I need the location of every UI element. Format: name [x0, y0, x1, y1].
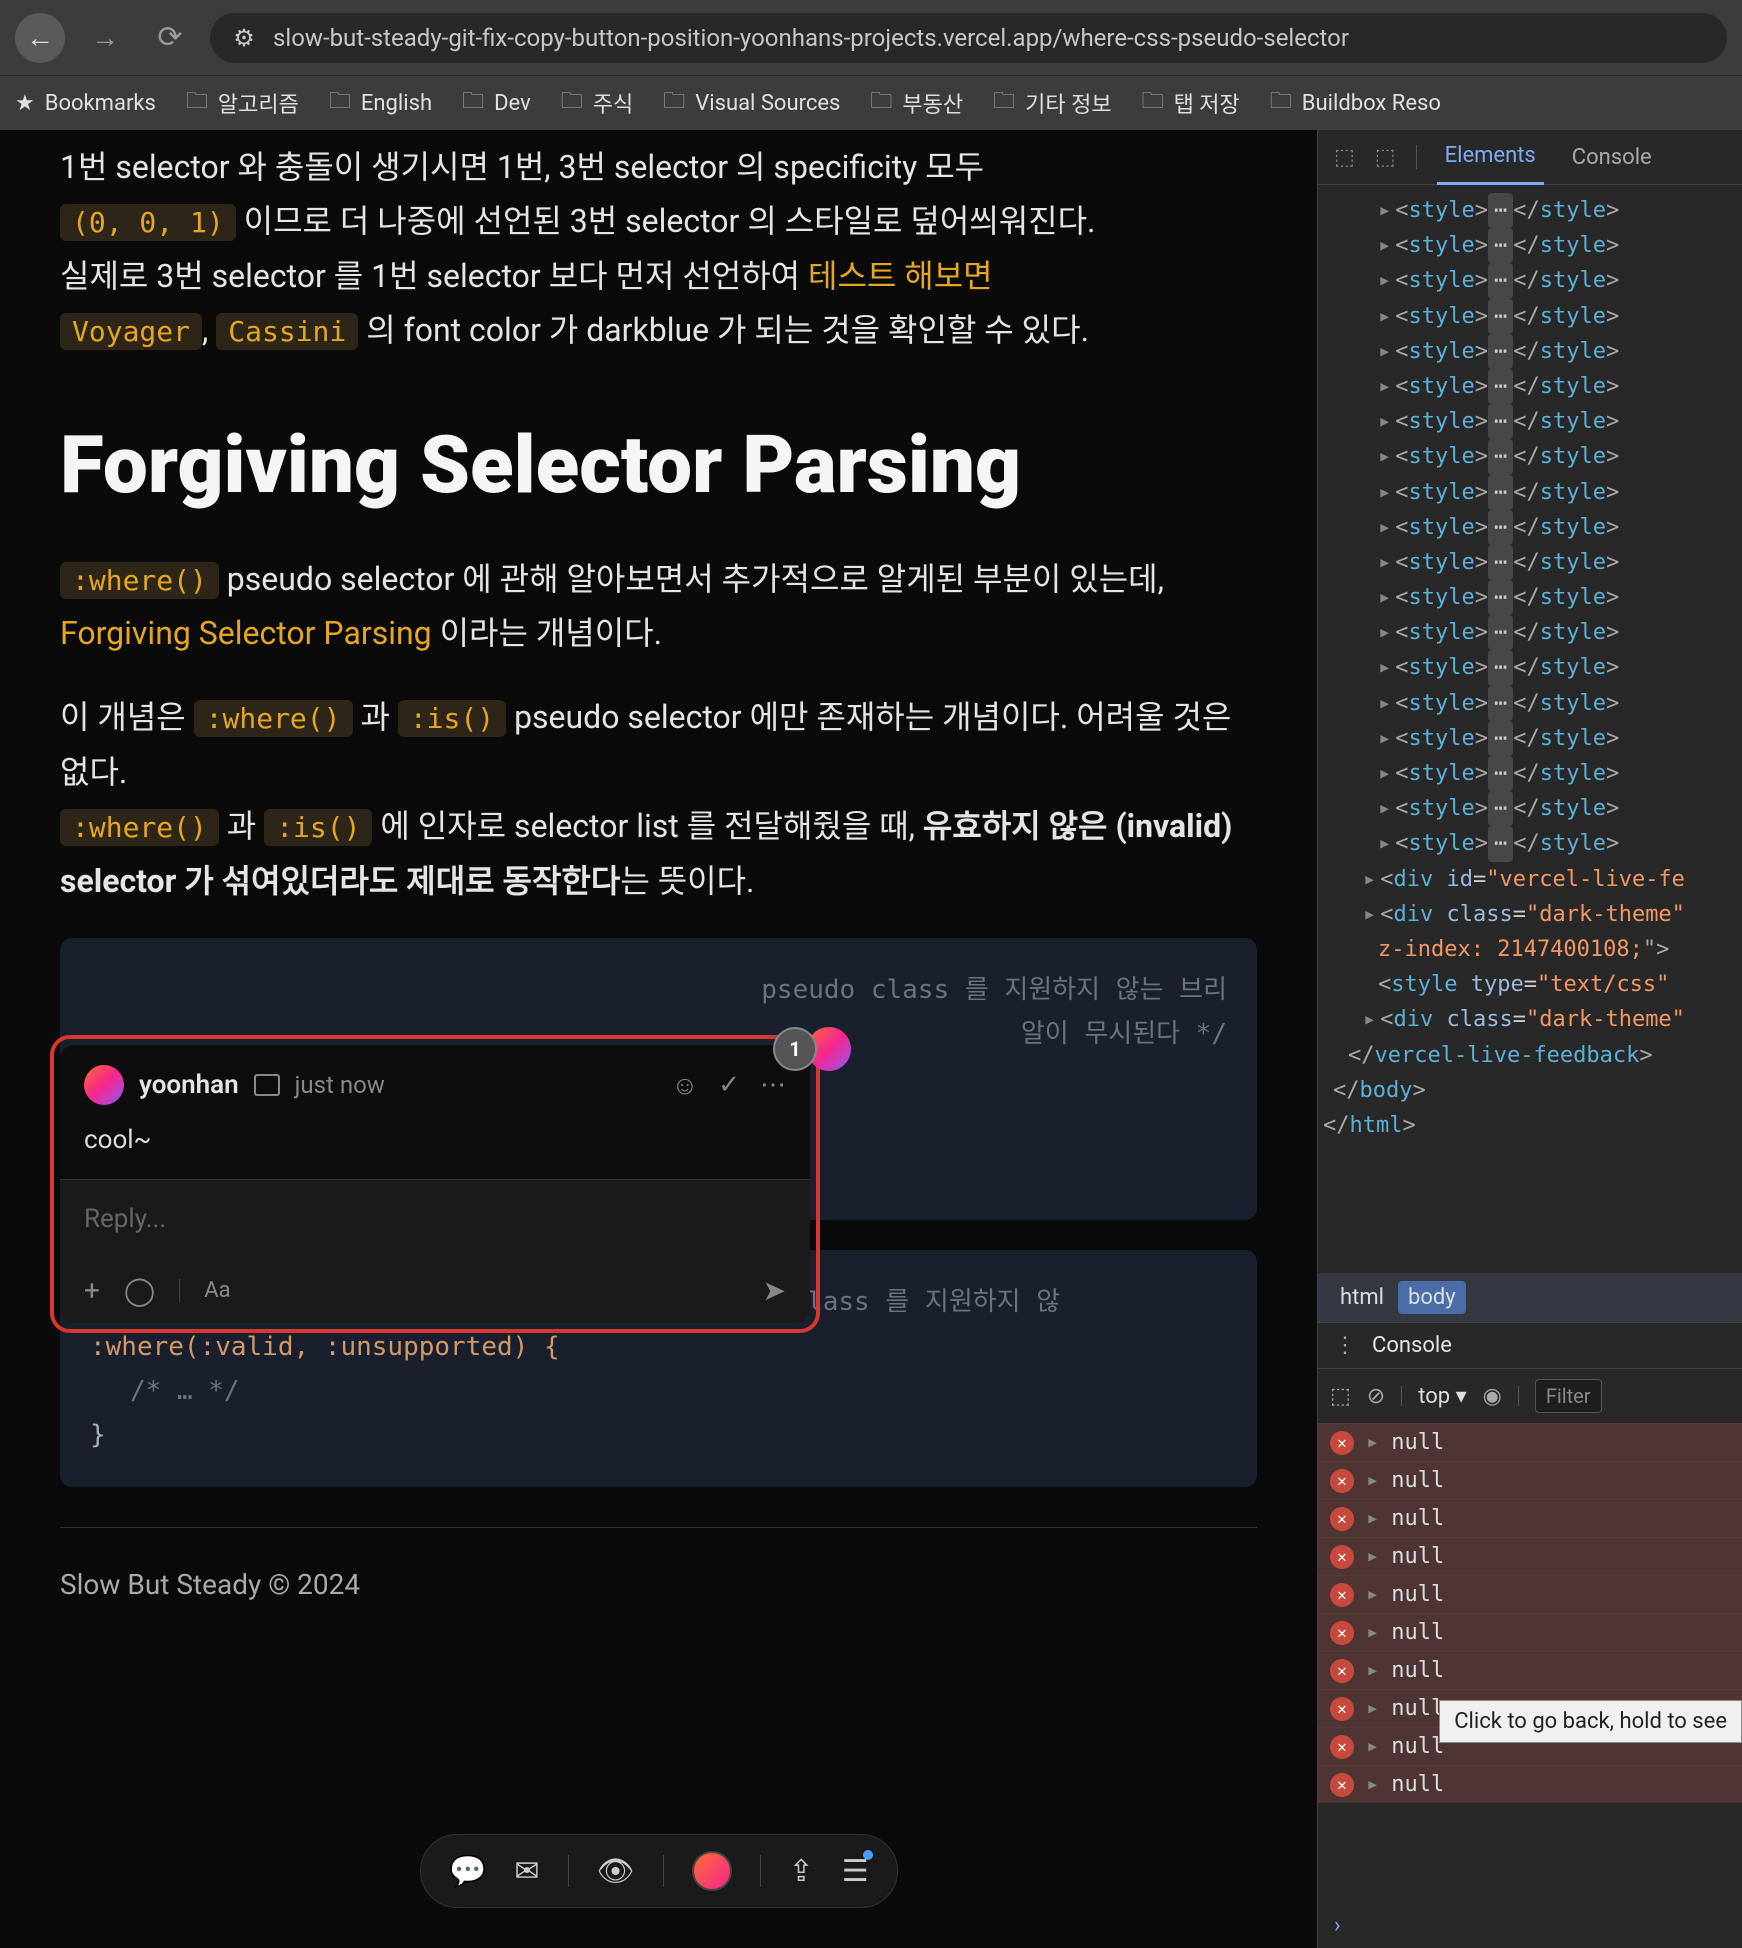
console-error-line[interactable]: ✕▸null [1318, 1575, 1742, 1613]
error-icon: ✕ [1330, 1659, 1354, 1683]
bookmarks-bar: ★ Bookmarks 🗀알고리즘 🗀English 🗀Dev 🗀주식 🗀Visual … [0, 75, 1742, 130]
comment-username: yoonhan [139, 1070, 239, 1100]
folder-icon: 🗀 [993, 84, 1015, 122]
bookmark-folder[interactable]: 🗀탭 저장 [1142, 84, 1240, 122]
context-selector[interactable]: top ▾ [1418, 1384, 1466, 1409]
monitor-icon [254, 1074, 280, 1096]
inbox-icon[interactable]: ✉ [514, 1854, 539, 1889]
comment-count-badge: 1 [773, 1027, 817, 1071]
error-icon: ✕ [1330, 1583, 1354, 1607]
elements-tree[interactable]: <style>⋯</style><style>⋯</style><style>⋯… [1318, 185, 1742, 1273]
resolve-icon[interactable]: ✓ [718, 1070, 740, 1101]
error-icon: ✕ [1330, 1621, 1354, 1645]
folder-icon: 🗀 [561, 84, 583, 122]
back-button[interactable]: ← [15, 13, 65, 63]
bookmark-folder[interactable]: 🗀알고리즘 [186, 84, 299, 122]
comment-body: cool~ [60, 1125, 810, 1179]
bookmark-folder[interactable]: 🗀Dev [462, 84, 531, 122]
bookmark-folder[interactable]: 🗀English [329, 84, 432, 122]
console-error-line[interactable]: ✕▸null [1318, 1461, 1742, 1499]
device-icon[interactable]: ⬚ [1375, 145, 1396, 170]
bookmarks-star[interactable]: ★ Bookmarks [15, 91, 156, 116]
link[interactable]: Cassini [216, 313, 358, 350]
heading-forgiving: Forgiving Selector Parsing [60, 418, 1257, 512]
error-icon: ✕ [1330, 1697, 1354, 1721]
avatar[interactable] [692, 1851, 732, 1891]
tab-console[interactable]: Console [1564, 131, 1660, 184]
article-paragraph: 1번 selector 와 충돌이 생기시면 1번, 3번 selector 의… [60, 140, 1257, 358]
breadcrumb-body[interactable]: body [1398, 1281, 1466, 1314]
error-icon: ✕ [1330, 1469, 1354, 1493]
emoji-icon[interactable]: ☺ [672, 1070, 699, 1101]
breadcrumb-html[interactable]: html [1330, 1281, 1394, 1314]
share-icon[interactable]: ⇪ [789, 1854, 814, 1889]
link[interactable]: 테스트 해보면 [808, 257, 993, 295]
error-icon: ✕ [1330, 1431, 1354, 1455]
console-tab-label[interactable]: Console [1372, 1333, 1452, 1358]
link[interactable]: Forgiving Selector Parsing [60, 614, 432, 652]
avatar [84, 1065, 124, 1105]
article-paragraph: :where() pseudo selector 에 관해 알아보면서 추가적으… [60, 552, 1257, 661]
folder-icon: 🗀 [462, 84, 484, 122]
reload-button[interactable]: ⟳ [145, 13, 195, 63]
bookmark-folder[interactable]: 🗀Visual Sources [663, 84, 840, 122]
more-icon[interactable]: ⋯ [760, 1070, 786, 1101]
error-icon: ✕ [1330, 1735, 1354, 1759]
console-error-line[interactable]: ✕▸null [1318, 1765, 1742, 1803]
tab-elements[interactable]: Elements [1437, 129, 1544, 185]
folder-icon: 🗀 [870, 84, 892, 122]
feedback-toolbar: 💬 ✉ 👁 ⇪ ☰ [420, 1834, 898, 1908]
eye-icon[interactable]: 👁 [597, 1854, 635, 1889]
forward-button[interactable]: → [80, 13, 130, 63]
reply-input[interactable]: Reply... [60, 1179, 810, 1258]
comment-timestamp: just now [295, 1071, 385, 1099]
text-format-icon[interactable]: Aa [204, 1278, 230, 1303]
eye-icon[interactable]: ◉ [1483, 1384, 1502, 1409]
star-icon: ★ [15, 91, 35, 116]
url-bar[interactable]: ⚙ slow-but-steady-git-fix-copy-button-po… [210, 13, 1727, 63]
console-error-line[interactable]: ✕▸null [1318, 1499, 1742, 1537]
comment-popup: yoonhan just now ☺ ✓ ⋯ cool~ Reply... + … [50, 1035, 820, 1333]
code-inline: (0, 0, 1) [60, 204, 236, 241]
folder-icon: 🗀 [329, 84, 351, 122]
console-error-line[interactable]: ✕▸null [1318, 1613, 1742, 1651]
console-prompt[interactable]: › [1318, 1903, 1742, 1948]
sidebar-toggle-icon[interactable]: ⬚ [1330, 1384, 1351, 1409]
clear-console-icon[interactable]: ⊘ [1367, 1384, 1385, 1409]
bookmark-folder[interactable]: 🗀주식 [561, 84, 634, 122]
filter-input[interactable]: Filter [1535, 1379, 1602, 1413]
console-error-line[interactable]: ✕▸null [1318, 1651, 1742, 1689]
article-paragraph: 이 개념은 :where() 과 :is() pseudo selector 에… [60, 690, 1257, 908]
link[interactable]: Voyager [60, 313, 202, 350]
console-error-line[interactable]: ✕▸null [1318, 1423, 1742, 1461]
comment-icon[interactable]: 💬 [449, 1854, 486, 1889]
camera-icon[interactable]: ◯ [124, 1274, 155, 1307]
console-error-line[interactable]: ✕▸null [1318, 1537, 1742, 1575]
site-settings-icon[interactable]: ⚙ [230, 24, 258, 52]
add-icon[interactable]: + [84, 1274, 100, 1307]
folder-icon: 🗀 [186, 84, 208, 122]
inspect-icon[interactable]: ⬚ [1334, 145, 1355, 170]
url-text: slow-but-steady-git-fix-copy-button-posi… [273, 24, 1349, 52]
error-icon: ✕ [1330, 1545, 1354, 1569]
page-content: 1번 selector 와 충돌이 생기시면 1번, 3번 selector 의… [0, 130, 1317, 1948]
devtools-panel: ⬚ ⬚ Elements Console <style>⋯</style><st… [1317, 130, 1742, 1948]
send-icon[interactable]: ➤ [763, 1274, 786, 1307]
error-icon: ✕ [1330, 1507, 1354, 1531]
console-menu-icon[interactable]: ⋮ [1334, 1333, 1356, 1358]
bookmark-folder[interactable]: 🗀기타 정보 [993, 84, 1111, 122]
error-icon: ✕ [1330, 1773, 1354, 1797]
footer: Slow But Steady © 2024 [60, 1527, 1257, 1601]
console-logs[interactable]: ✕▸null✕▸null✕▸null✕▸null✕▸null✕▸null✕▸nu… [1318, 1423, 1742, 1903]
back-button-tooltip: Click to go back, hold to see [1439, 1700, 1742, 1743]
folder-icon: 🗀 [1142, 84, 1164, 122]
bookmark-folder[interactable]: 🗀Buildbox Reso [1270, 84, 1441, 122]
bookmark-folder[interactable]: 🗀부동산 [870, 84, 963, 122]
folder-icon: 🗀 [663, 84, 685, 122]
folder-icon: 🗀 [1270, 84, 1292, 122]
dom-breadcrumb: html body [1318, 1273, 1742, 1322]
menu-icon[interactable]: ☰ [842, 1854, 869, 1889]
